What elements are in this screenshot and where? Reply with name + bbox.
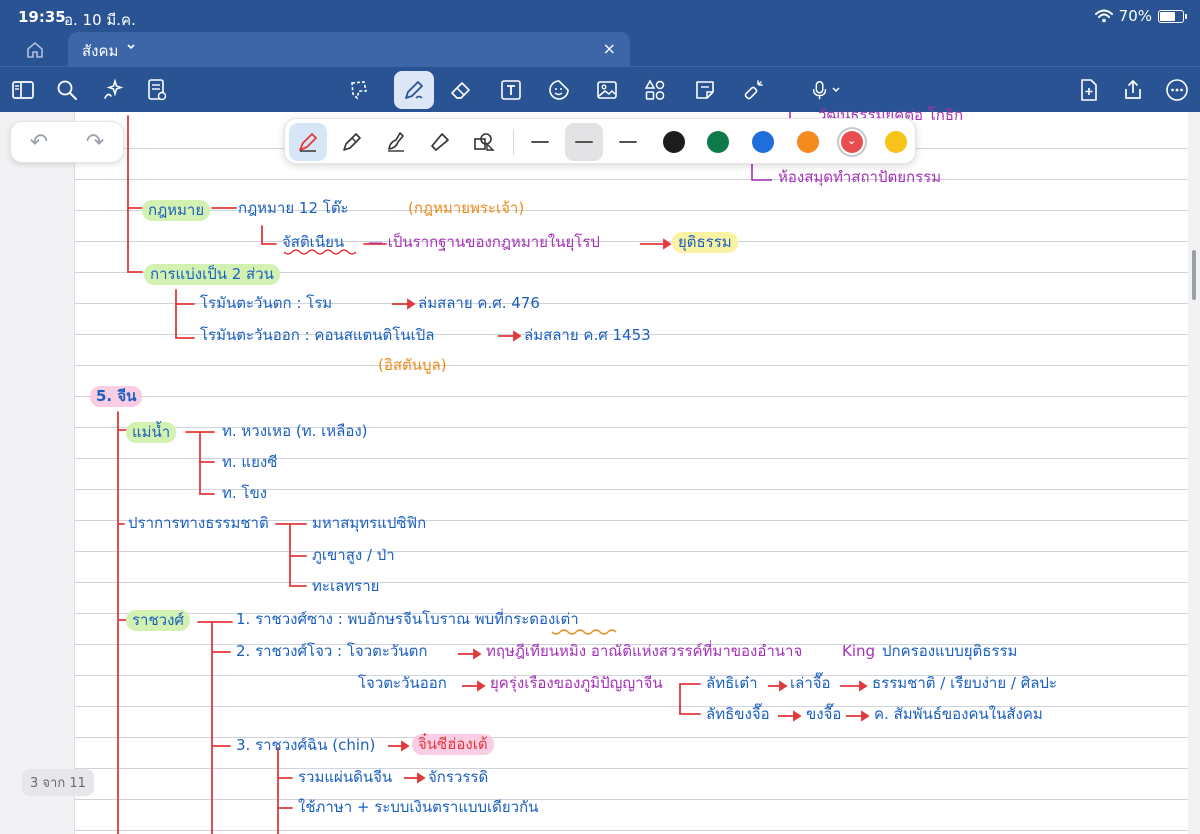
ballpoint-pen-icon xyxy=(343,133,361,151)
note-natural: ปราการทางธรรมชาติ xyxy=(128,514,269,532)
note-law: กฎหมาย xyxy=(142,200,211,221)
color-swatch-red[interactable]: ⌄ xyxy=(841,131,863,153)
note-law-desc: กฎหมาย 12 โต๊ะ xyxy=(238,199,349,217)
brush-pen-icon xyxy=(388,132,404,152)
stroke-width-medium[interactable] xyxy=(565,123,603,161)
note-dynasty: ราชวงศ์ xyxy=(126,610,190,631)
note-taoism: ลัทธิเต๋า xyxy=(706,674,758,692)
brush-pen-tool[interactable] xyxy=(377,123,415,161)
shape-tool-icon xyxy=(474,133,495,151)
note-zhou-desc: ทฤษฎีเทียนหมิง อาณัติแห่งสวรรค์ที่มาของอ… xyxy=(486,642,803,660)
selected-check-icon: ⌄ xyxy=(847,134,857,147)
ballpoint-pen-tool[interactable] xyxy=(333,123,371,161)
note-zhou: 2. ราชวงศ์โจว : โจวตะวันตก xyxy=(236,642,428,660)
note-qin-emperor: จิ๋นซีฮ่องเต้ xyxy=(412,734,494,755)
note-istanbul: (อิสตันบูล) xyxy=(378,356,447,374)
fountain-pen-tool[interactable] xyxy=(289,123,327,161)
fountain-pen-icon xyxy=(299,133,317,152)
highlighter-icon xyxy=(431,133,449,151)
note-west-rome: โรมันตะวันตก : โรม xyxy=(200,294,333,312)
note-laozi: เล่าจื๊อ xyxy=(790,674,831,692)
note-river-1: ท. หวงเหอ (ท. เหลือง) xyxy=(222,422,368,440)
color-swatch-green[interactable] xyxy=(707,131,729,153)
note-shang: 1. ราชวงศ์ซาง : พบอักษรจีนโบราณ พบที่กระ… xyxy=(236,610,579,628)
note-east-fall: ล่มสลาย ค.ศ 1453 xyxy=(524,326,651,344)
note-qin-1-result: จักรวรรดิ xyxy=(428,768,489,786)
note-china-heading: 5. จีน xyxy=(90,386,143,407)
note-split: การแบ่งเป็น 2 ส่วน xyxy=(144,264,280,285)
note-river-2: ท. แยงซี xyxy=(222,453,278,471)
note-natural-3: ทะเลทราย xyxy=(312,577,380,595)
note-natural-2: ภูเขาสูง / ป่า xyxy=(312,546,395,564)
note-taoism-desc: ธรรมชาติ / เรียบง่าย / ศิลปะ xyxy=(872,674,1058,692)
page-indicator: 3 จาก 11 xyxy=(22,769,94,796)
stroke-width-thin[interactable] xyxy=(521,123,559,161)
pen-palette: ⌄ xyxy=(284,118,916,164)
redo-button[interactable]: ↷ xyxy=(86,130,104,155)
note-east-zhou: โจวตะวันออก xyxy=(358,674,447,692)
note-qin: 3. ราชวงศ์ฉิน (chin) xyxy=(236,736,376,754)
note-west-fall: ล่มสลาย ค.ศ. 476 xyxy=(418,294,540,312)
undo-redo-bar: ↶ ↷ xyxy=(10,121,124,163)
note-top-fragment-2: ห้องสมุดทำสถาปัตยกรรม xyxy=(778,168,942,186)
note-east-rome: โรมันตะวันออก : คอนสแตนติโนเปิล xyxy=(200,326,435,344)
note-justinian: จัสติเนียน xyxy=(282,233,345,251)
note-confucius: ลัทธิขงจื๊อ xyxy=(706,705,770,723)
note-zhou-desc-2: ปกครองแบบยุติธรรม xyxy=(882,642,1018,660)
color-swatch-blue[interactable] xyxy=(752,131,774,153)
shape-tool[interactable] xyxy=(465,123,503,161)
undo-button[interactable]: ↶ xyxy=(30,130,48,155)
color-swatch-yellow[interactable] xyxy=(885,131,907,153)
palette-divider xyxy=(513,129,514,155)
note-justinian-result: ยุติธรรม xyxy=(672,232,738,253)
note-king: King xyxy=(842,642,876,660)
stroke-width-thick[interactable] xyxy=(609,123,647,161)
note-river-3: ท. โขง xyxy=(222,484,268,502)
note-qin-2: ใช้ภาษา + ระบบเงินตราแบบเดียวกัน xyxy=(298,798,539,816)
note-rivers: แม่น้ำ xyxy=(126,422,177,443)
note-east-zhou-desc: ยุครุ่งเรืองของภูมิปัญญาจีน xyxy=(490,674,663,692)
note-justinian-desc: — เป็นรากฐานของกฎหมายในยุโรป xyxy=(368,233,600,251)
note-kongzi: ขงจื๊อ xyxy=(806,705,842,723)
color-swatch-black[interactable] xyxy=(663,131,685,153)
color-swatch-orange[interactable] xyxy=(797,131,819,153)
note-natural-1: มหาสมุทรแปซิฟิก xyxy=(312,514,427,532)
note-confucius-desc: ค. สัมพันธ์ของคนในสังคม xyxy=(874,705,1043,723)
note-law-paren: (กฎหมายพระเจ้า) xyxy=(408,199,525,217)
note-qin-1: รวมแผ่นดินจีน xyxy=(298,768,393,786)
highlighter-tool[interactable] xyxy=(421,123,459,161)
